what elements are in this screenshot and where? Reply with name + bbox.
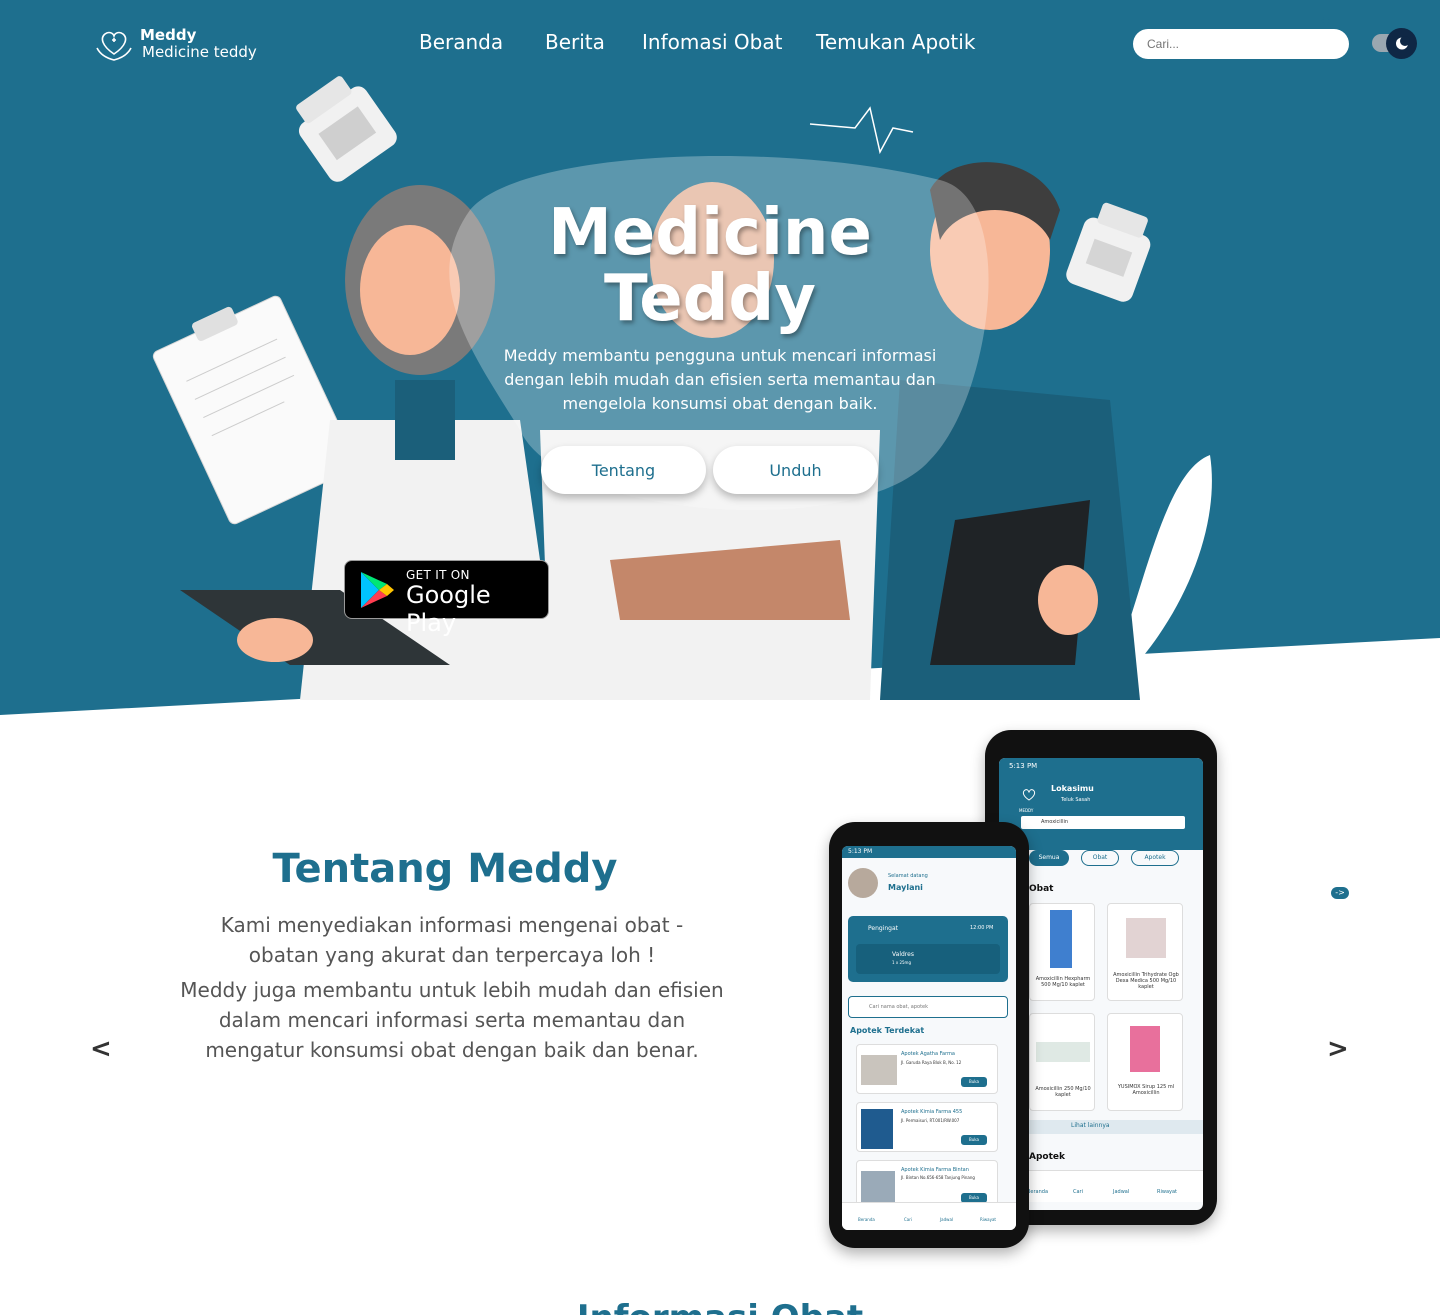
reminder-drug: Valdres <box>892 951 914 958</box>
hero-title-line1: Medicine <box>548 196 872 270</box>
drug-card[interactable]: Amoxicillin Trihydrate Ogb Dexa Medica 5… <box>1107 903 1183 1001</box>
tab-cari[interactable]: Cari <box>1073 1189 1083 1195</box>
pharmacy-address: Jl. Garuda Raya Blok B, No. 12 <box>901 1060 962 1065</box>
drug-name: Amoxicillin Trihydrate Ogb Dexa Medica 5… <box>1113 972 1179 990</box>
nav-temukan-apotik[interactable]: Temukan Apotik <box>816 30 975 54</box>
tab-beranda[interactable]: Beranda <box>858 1217 875 1222</box>
phone-greeting: Selamat datang <box>888 873 928 879</box>
meddy-logo-icon <box>1022 789 1036 801</box>
hero-desc-line3: mengelola konsumsi obat dengan baik. <box>562 394 878 413</box>
phone-time: 5:13 PM <box>1009 762 1038 770</box>
tab-riwayat[interactable]: Riwayat <box>980 1217 996 1222</box>
pharmacy-name: Apotek Kimia Farma 455 <box>901 1109 963 1115</box>
drug-name: Amoxicillin 250 Mg/10 kaplet <box>1035 1086 1091 1098</box>
phone-section-drugs: Obat <box>1029 884 1054 894</box>
search-input[interactable] <box>1133 29 1349 59</box>
download-button[interactable]: Unduh <box>713 446 878 494</box>
phone-section-pharmacy: Apotek <box>1029 1152 1065 1162</box>
reminder-label: Pengingat <box>868 925 899 932</box>
reminder-time: 12:00 PM <box>970 925 994 931</box>
see-more-link[interactable]: Lihat lainnya <box>1071 1122 1110 1129</box>
phone-screen-home: 5:13 PM Selamat datang Maylani Pengingat… <box>842 846 1016 1230</box>
hero-desc-line1: Meddy membantu pengguna untuk mencari in… <box>503 346 937 365</box>
drug-name: YUSIMOX Sirup 125 ml Amoxicillin <box>1117 1084 1175 1096</box>
nav-beranda[interactable]: Beranda <box>419 30 503 54</box>
hero-title: Medicine Teddy <box>520 200 900 332</box>
filter-chip-obat[interactable]: Obat <box>1081 850 1119 866</box>
drug-card[interactable]: Amoxicillin 250 Mg/10 kaplet <box>1029 1013 1095 1111</box>
brand-name: Meddy <box>140 26 197 44</box>
nav-informasi-obat[interactable]: Infomasi Obat <box>642 30 782 54</box>
phone-search-box[interactable]: Amoxicillin <box>1021 816 1185 829</box>
about-line1: Kami menyediakan informasi mengenai obat… <box>220 913 684 937</box>
filter-chip-apotek[interactable]: Apotek <box>1131 850 1179 866</box>
hero-title-line2: Teddy <box>604 262 816 336</box>
hero-desc-line2: dengan lebih mudah dan efisien serta mem… <box>504 370 936 389</box>
hero-section: Meddy Medicine teddy Beranda Berita Info… <box>0 0 1440 715</box>
nearby-title: Apotek Terdekat <box>850 1026 925 1035</box>
phone-search-input[interactable]: Cari nama obat, apotek <box>848 996 1008 1018</box>
hero-description: Meddy membantu pengguna untuk mencari in… <box>480 344 960 416</box>
phone-screen-search: 5:13 PM MEDDY Lokasimu Teluk Sasah Amoxi… <box>999 758 1203 1210</box>
mini-next-icon[interactable]: -> <box>1331 887 1349 899</box>
about-title: Tentang Meddy <box>272 846 618 892</box>
carousel-prev-button[interactable]: < <box>90 1034 112 1064</box>
nav-berita[interactable]: Berita <box>545 30 605 54</box>
top-navbar: Meddy Medicine teddy Beranda Berita Info… <box>0 0 1440 90</box>
pharmacy-status: Buka <box>961 1077 987 1087</box>
google-play-badge[interactable]: GET IT ON Google Play <box>344 560 549 637</box>
about-line4: dalam mencari informasi serta memantau d… <box>218 1008 686 1032</box>
phone-mockup-home: 5:13 PM Selamat datang Maylani Pengingat… <box>829 822 1029 1248</box>
see-more-bar[interactable]: Lihat lainnya <box>1029 1120 1203 1134</box>
landing-page: Meddy Medicine teddy Beranda Berita Info… <box>0 0 1440 1315</box>
phone-user: Maylani <box>888 883 923 892</box>
phone-search-value: Amoxicillin <box>1041 819 1069 825</box>
phone-time: 5:13 PM <box>848 848 873 855</box>
about-button[interactable]: Tentang <box>541 446 706 494</box>
pharmacy-name: Apotek Kimia Farma Bintan <box>901 1167 969 1173</box>
about-line5: mengatur konsumsi obat dengan baik dan b… <box>205 1038 699 1062</box>
pharmacy-card[interactable]: Apotek Kimia Farma 455 Jl. Permaisuri, R… <box>856 1102 998 1152</box>
tab-riwayat[interactable]: Riwayat <box>1157 1189 1177 1195</box>
search-icon[interactable] <box>1321 16 1333 28</box>
phone-logo-text: MEDDY <box>1019 808 1034 813</box>
tab-jadwal[interactable]: Jadwal <box>1113 1189 1129 1195</box>
tab-jadwal[interactable]: Jadwal <box>940 1217 953 1222</box>
next-section-title: Informasi Obat <box>560 1298 880 1315</box>
phone-location-label: Lokasimu <box>1051 784 1094 793</box>
pharmacy-status: Buka <box>961 1135 987 1145</box>
phone-tabbar: Beranda Cari Jadwal Riwayat <box>999 1170 1203 1202</box>
pharmacy-name: Apotek Agatha Farma <box>901 1051 955 1057</box>
pharmacy-card[interactable]: Apotek Kimia Farma Bintan Jl. Bintan No.… <box>856 1160 998 1206</box>
reminder-card[interactable]: Pengingat 12:00 PM Valdres 1 x 25mg <box>848 916 1008 982</box>
google-play-icon <box>361 572 394 608</box>
carousel-next-button[interactable]: > <box>1327 1034 1349 1064</box>
about-line2: obatan yang akurat dan terpercaya loh ! <box>248 943 656 967</box>
filter-chip-semua[interactable]: Semua <box>1029 850 1069 866</box>
phone-location: Teluk Sasah <box>1061 797 1091 803</box>
pharmacy-address: Jl. Bintan No.656-658 Tanjung Pinang <box>901 1175 975 1180</box>
store-small-text: GET IT ON <box>406 568 470 582</box>
drug-card[interactable]: Amoxicillin Hexpharm 500 Mg/10 kaplet <box>1029 903 1095 1001</box>
heart-hands-icon <box>96 31 132 61</box>
brand-tagline: Medicine teddy <box>142 43 257 61</box>
tab-beranda[interactable]: Beranda <box>1027 1189 1048 1195</box>
brand-logo[interactable]: Meddy Medicine teddy <box>94 24 257 64</box>
pharmacy-address: Jl. Permaisuri, RT.001/RW.007 <box>901 1118 960 1123</box>
about-line3: Meddy juga membantu untuk lebih mudah da… <box>180 978 724 1002</box>
phone-search-placeholder: Cari nama obat, apotek <box>869 1004 929 1010</box>
store-big-text: Google Play <box>406 581 491 637</box>
moon-icon[interactable] <box>1386 28 1417 59</box>
phone-tabbar: Beranda Cari Jadwal Riwayat <box>842 1202 1016 1230</box>
reminder-dose: 1 x 25mg <box>892 960 911 965</box>
drug-card[interactable]: YUSIMOX Sirup 125 ml Amoxicillin <box>1107 1013 1183 1111</box>
drug-name: Amoxicillin Hexpharm 500 Mg/10 kaplet <box>1035 976 1091 988</box>
tab-cari[interactable]: Cari <box>904 1217 912 1222</box>
avatar <box>848 868 878 898</box>
pharmacy-card[interactable]: Apotek Agatha Farma Jl. Garuda Raya Blok… <box>856 1044 998 1094</box>
